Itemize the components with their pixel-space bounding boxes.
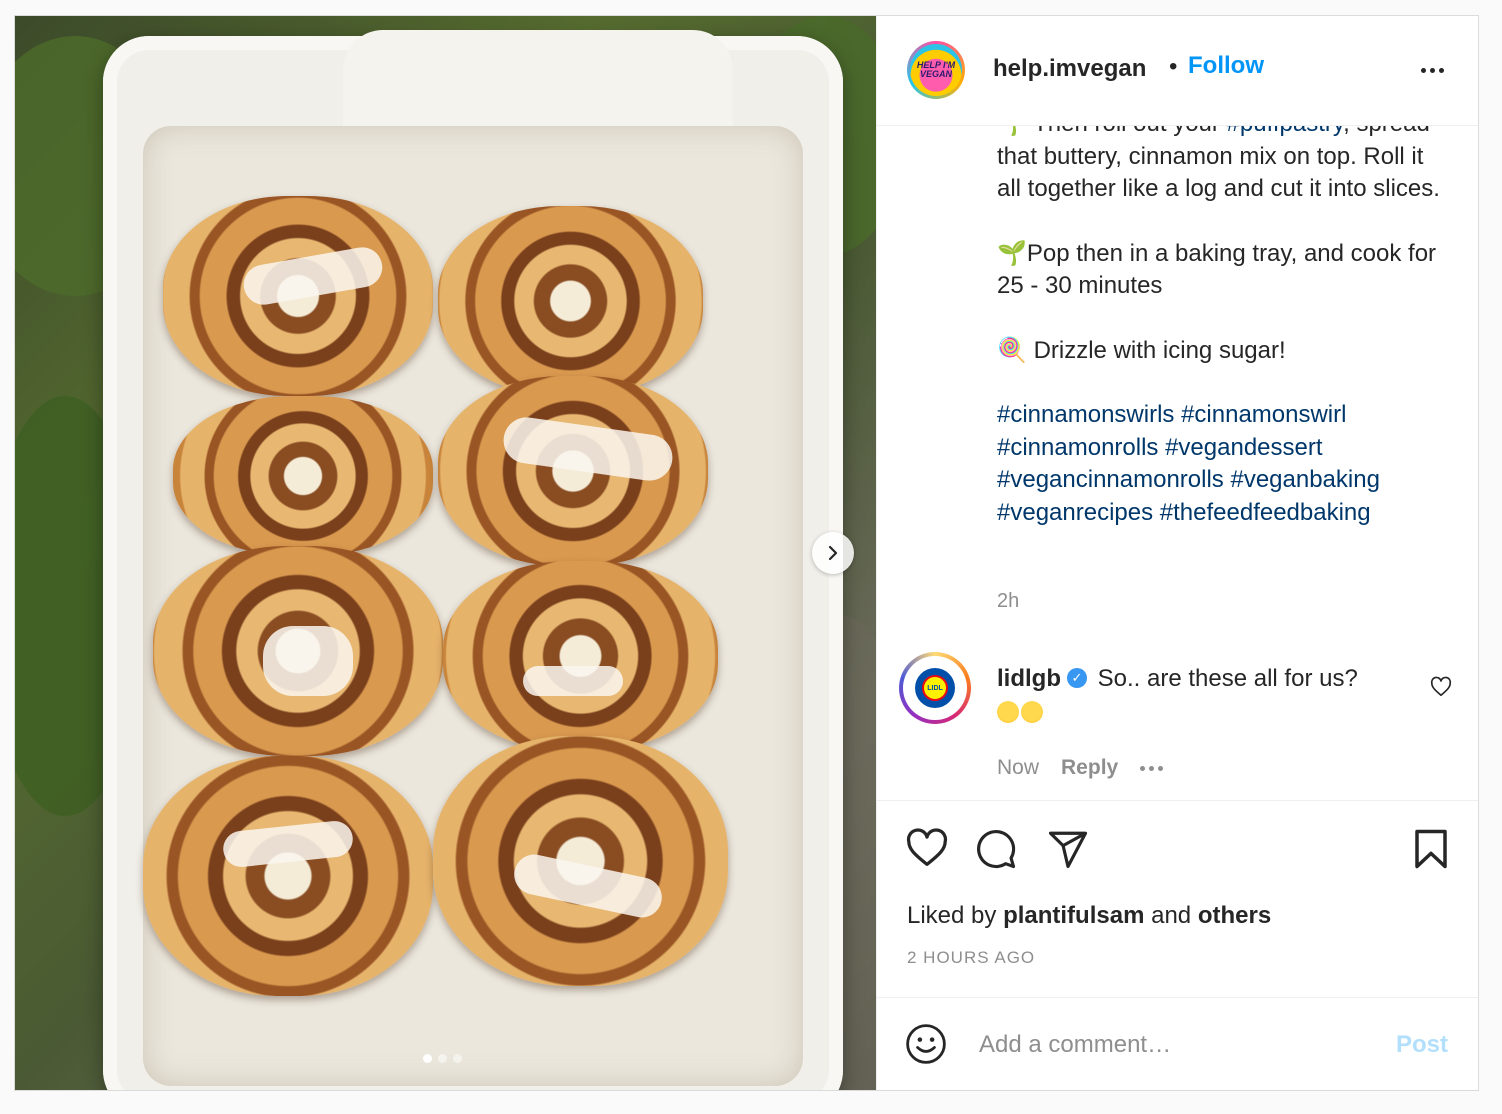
carousel-indicator [423, 1054, 462, 1063]
post-photo[interactable] [15, 16, 876, 1090]
cinnamon-roll [173, 396, 433, 556]
post-caption: 🌱 Then roll out your #puffpastry, spread… [997, 108, 1447, 561]
comment-bubble-icon [977, 829, 1016, 869]
cinnamon-roll [443, 561, 718, 751]
comment: lidlgb ✓ So.. are these all for us? [997, 663, 1417, 727]
divider [877, 997, 1478, 998]
reply-button[interactable]: Reply [1061, 756, 1118, 780]
emoji-picker-button[interactable] [905, 1023, 947, 1070]
caption-line-bake: Pop then in a baking tray, and cook for … [997, 239, 1437, 300]
liked-by-user[interactable]: plantifulsam [1003, 902, 1144, 929]
paper-plane-icon [1048, 831, 1088, 869]
baking-dish [103, 30, 843, 1090]
icing-drizzle [263, 626, 353, 696]
verified-badge-icon: ✓ [1066, 667, 1087, 688]
cinnamon-roll [143, 756, 433, 996]
bookmark-icon [1415, 829, 1447, 869]
post-header: HELP I'M VEGAN help.imvegan • Follow [877, 16, 1478, 126]
comment-button[interactable] [975, 828, 1017, 875]
follow-button[interactable]: Follow [1188, 52, 1264, 80]
post-side-panel: HELP I'M VEGAN help.imvegan • Follow 🌱 T… [876, 16, 1478, 1090]
heart-icon [906, 828, 948, 866]
caption-line-drizzle: Drizzle with icing sugar! [1033, 336, 1286, 364]
commenter-username[interactable]: lidlgb [997, 665, 1061, 692]
add-comment-input[interactable] [977, 1024, 1381, 1066]
post-timestamp[interactable]: 2 HOURS AGO [907, 948, 1035, 968]
divider [877, 800, 1478, 801]
dish-handle [343, 30, 733, 130]
comment-text: So.. are these all for us? [1097, 665, 1358, 692]
smiley-icon [906, 1024, 946, 1064]
author-username[interactable]: help.imvegan [993, 55, 1146, 83]
instagram-post: HELP I'M VEGAN help.imvegan • Follow 🌱 T… [14, 15, 1479, 1091]
carousel-next-button[interactable] [812, 532, 854, 574]
comment-time[interactable]: Now [997, 756, 1039, 780]
heart-eyes-emoji [1021, 700, 1043, 723]
lidl-logo: LIDL [915, 668, 955, 708]
more-options-icon[interactable] [1421, 68, 1444, 73]
chevron-right-icon [828, 545, 838, 561]
caption-timestamp[interactable]: 2h [997, 590, 1019, 613]
avatar-story-ring: LIDL [903, 656, 967, 720]
share-button[interactable] [1047, 828, 1089, 875]
yum-face-emoji [997, 700, 1019, 723]
icing-drizzle [523, 666, 623, 696]
carousel-dot [438, 1054, 447, 1063]
commenter-avatar[interactable]: LIDL [899, 652, 971, 724]
liked-by-others[interactable]: others [1198, 902, 1271, 929]
seedling-emoji: 🌱 [997, 239, 1027, 267]
post-actions [905, 828, 1465, 872]
cinnamon-roll [433, 736, 728, 986]
like-button[interactable] [905, 828, 949, 873]
heart-icon [1430, 676, 1452, 697]
liked-by-middle: and [1144, 902, 1198, 929]
cinnamon-roll [438, 206, 703, 396]
liked-by-summary: Liked by plantifulsam and others [907, 902, 1271, 930]
carousel-dot [453, 1054, 462, 1063]
liked-by-prefix: Liked by [907, 902, 1004, 929]
separator-dot: • [1169, 53, 1178, 80]
dish-interior [143, 126, 803, 1086]
post-comment-button[interactable]: Post [1396, 1031, 1448, 1059]
carousel-dot-active [423, 1054, 432, 1063]
author-avatar-logo: HELP I'M VEGAN [910, 44, 962, 96]
caption-hashtags[interactable]: #cinnamonswirls #cinnamonswirl #cinnamon… [997, 399, 1447, 529]
comment-meta: Now Reply [997, 756, 1164, 780]
author-avatar[interactable]: HELP I'M VEGAN [907, 41, 965, 99]
comment-more-icon[interactable] [1140, 765, 1164, 771]
lollipop-emoji: 🍭 [997, 336, 1027, 364]
lidl-logo-text: LIDL [922, 675, 948, 701]
comment-like-button[interactable] [1430, 676, 1452, 703]
save-button[interactable] [1413, 828, 1449, 875]
